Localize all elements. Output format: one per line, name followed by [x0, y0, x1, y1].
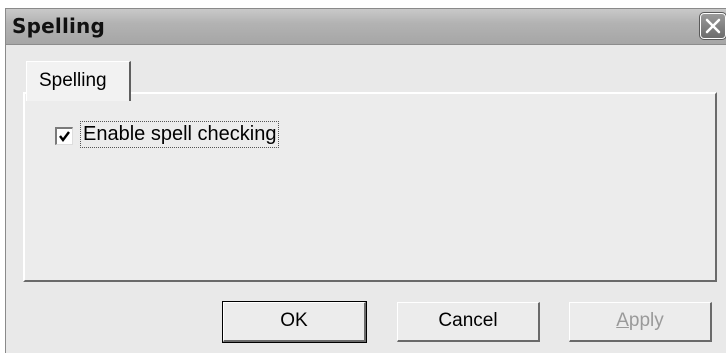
apply-mnemonic: A — [616, 310, 629, 331]
tab-spelling-label: Spelling — [39, 70, 107, 91]
window-title: Spelling — [12, 14, 106, 38]
apply-label-rest: pply — [628, 310, 664, 331]
ok-button[interactable]: OK — [222, 301, 367, 343]
title-bar[interactable]: Spelling — [6, 9, 726, 45]
checkmark-icon — [59, 131, 70, 142]
close-button[interactable] — [699, 12, 726, 40]
apply-button[interactable]: Apply — [569, 302, 712, 342]
enable-spell-checking-checkbox[interactable] — [55, 127, 73, 145]
close-icon — [705, 18, 721, 34]
tab-spelling[interactable]: Spelling — [26, 61, 131, 101]
cancel-button[interactable]: Cancel — [397, 302, 540, 342]
enable-spell-checking-label[interactable]: Enable spell checking — [80, 121, 280, 148]
